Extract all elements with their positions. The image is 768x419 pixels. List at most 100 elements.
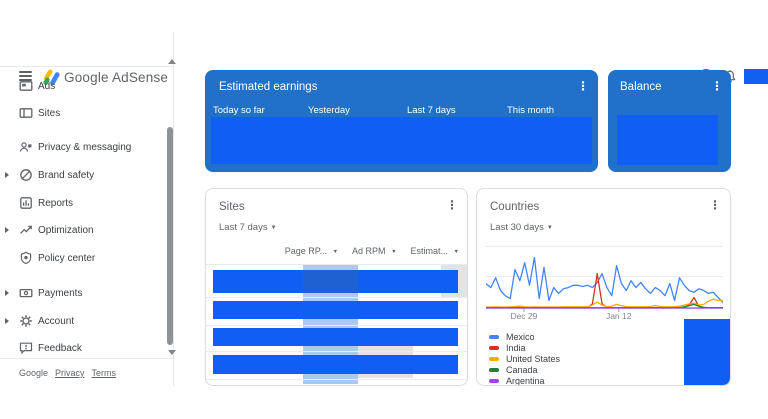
- estimated-earnings-card: Estimated earnings ⋮ Today so far Yester…: [205, 70, 598, 172]
- column-header-yesterday: Yesterday: [308, 105, 350, 116]
- scroll-down-icon[interactable]: [168, 350, 176, 355]
- sidebar-item-label: Privacy & messaging: [38, 141, 132, 153]
- column-header-ad-rpm[interactable]: Ad RPM ▼: [352, 246, 396, 256]
- row-divider: [206, 379, 467, 380]
- legend-label: India: [506, 342, 526, 353]
- optimization-icon: [20, 225, 32, 234]
- reports-icon: [20, 197, 32, 209]
- row-divider: [206, 297, 467, 298]
- legend-item-united-states: United States: [489, 353, 560, 364]
- column-header-month: This month: [507, 105, 554, 116]
- date-range-dropdown[interactable]: Last 7 days ▼: [219, 222, 277, 233]
- x-tick-label: Dec 29: [510, 311, 538, 321]
- sidebar-item-ads[interactable]: Ads: [0, 76, 166, 96]
- sidebar-divider: [173, 32, 174, 386]
- adsense-dashboard: Google AdSense Home ? Ads Sites Privacy …: [0, 0, 768, 419]
- column-header-last7: Last 7 days: [407, 105, 456, 116]
- sidebar-item-label: Policy center: [38, 252, 96, 264]
- redacted-earnings-values: [211, 117, 592, 164]
- sidebar-item-label: Feedback: [38, 342, 82, 354]
- privacy-link[interactable]: Privacy: [55, 368, 85, 378]
- ad-icon: [19, 81, 33, 91]
- legend-label: Mexico: [506, 331, 535, 342]
- chevron-down-icon: ▼: [391, 249, 397, 255]
- scroll-up-icon[interactable]: [168, 59, 176, 64]
- sidebar-item-label: Account: [38, 315, 75, 327]
- legend-swatch: [489, 345, 499, 350]
- legend-swatch: [489, 334, 499, 339]
- sidebar-item-label: Payments: [38, 287, 83, 299]
- more-options-icon[interactable]: ⋮: [577, 79, 589, 93]
- sidebar-item-brand-safety[interactable]: Brand safety: [0, 165, 166, 185]
- legend-label: Canada: [506, 364, 538, 375]
- terms-link[interactable]: Terms: [92, 368, 117, 378]
- sidebar-item-account[interactable]: Account: [0, 311, 166, 331]
- legend-label: United States: [506, 353, 561, 364]
- legend-item-canada: Canada: [489, 364, 560, 375]
- card-title: Estimated earnings: [219, 81, 318, 93]
- sidebar-item-sites[interactable]: Sites: [0, 103, 166, 123]
- table-header-row: Page RP... ▼ Ad RPM ▼ Estimat... ▼: [285, 246, 459, 256]
- table-row-redacted[interactable]: [213, 301, 458, 319]
- balance-card: Balance ⋮: [608, 70, 731, 172]
- chart-legend: Mexico India United States Canada Argentina: [489, 331, 560, 386]
- table-row-redacted[interactable]: [213, 355, 458, 374]
- more-options-icon[interactable]: ⋮: [446, 198, 458, 212]
- chevron-down-icon: ▼: [546, 225, 553, 231]
- legend-label: Argentina: [506, 375, 545, 386]
- card-title: Countries: [490, 201, 540, 213]
- legend-swatch: [489, 356, 499, 361]
- column-header-page-rpm[interactable]: Page RP... ▼: [285, 246, 338, 256]
- sites-card: Sites ⋮ Last 7 days ▼ Page RP... ▼ Ad RPM…: [205, 188, 468, 386]
- google-brand-label: Google: [19, 368, 49, 378]
- chevron-right-icon: [5, 290, 9, 296]
- feedback-icon: [19, 342, 33, 355]
- payments-icon: [19, 288, 33, 298]
- card-title: Balance: [620, 81, 662, 93]
- legend-item-mexico: Mexico: [489, 331, 560, 342]
- sidebar-item-payments[interactable]: Payments: [0, 283, 166, 303]
- more-options-icon[interactable]: ⋮: [711, 79, 723, 93]
- sidebar-top-divider: [0, 66, 173, 67]
- top-app-bar: Google AdSense Home ?: [0, 30, 768, 86]
- date-range-dropdown[interactable]: Last 30 days ▼: [490, 222, 553, 233]
- account-avatar-redacted[interactable]: [744, 69, 768, 84]
- card-title: Sites: [219, 201, 245, 213]
- more-options-icon[interactable]: ⋮: [709, 198, 721, 212]
- sidebar-item-label: Sites: [38, 107, 61, 119]
- legend-item-argentina: Argentina: [489, 375, 560, 386]
- row-divider: [206, 351, 467, 352]
- sidebar-item-policy-center[interactable]: Policy center: [0, 248, 166, 268]
- sidebar-item-label: Optimization: [38, 224, 94, 236]
- sidebar-item-privacy-messaging[interactable]: Privacy & messaging: [0, 137, 166, 157]
- chevron-right-icon: [5, 318, 9, 324]
- sidebar-item-label: Reports: [38, 197, 74, 209]
- column-header-today: Today so far: [213, 105, 265, 116]
- table-row-redacted[interactable]: [213, 328, 458, 346]
- sidebar-item-label: Ads: [38, 80, 56, 92]
- policy-center-icon: [20, 251, 32, 265]
- redacted-chart-values: [684, 319, 730, 385]
- column-header-estimated[interactable]: Estimat... ▼: [411, 246, 459, 256]
- sidebar-footer: Google Privacy Terms: [19, 368, 116, 378]
- legend-swatch: [489, 367, 499, 372]
- brand-safety-icon: [20, 169, 32, 181]
- row-divider: [206, 325, 467, 326]
- sidebar-scrollbar[interactable]: [167, 127, 173, 345]
- privacy-messaging-icon: [19, 142, 32, 152]
- chevron-right-icon: [5, 172, 9, 178]
- sidebar-item-feedback[interactable]: Feedback: [0, 338, 166, 358]
- chevron-right-icon: [5, 227, 9, 233]
- row-cell-highlight-overlay: [303, 270, 358, 293]
- legend-item-india: India: [489, 342, 560, 353]
- chevron-down-icon: ▼: [270, 225, 277, 231]
- x-tick-label: Jan 12: [605, 311, 632, 321]
- legend-swatch: [489, 378, 499, 383]
- sidebar-item-reports[interactable]: Reports: [0, 193, 166, 213]
- chevron-down-icon: ▼: [332, 249, 339, 255]
- sidebar-item-label: Brand safety: [38, 169, 95, 181]
- sidebar-item-optimization[interactable]: Optimization: [0, 220, 166, 240]
- sidebar-footer-divider: [0, 358, 173, 359]
- countries-card: Countries ⋮ Last 30 days ▼ Dec 29 Jan 12 M…: [476, 188, 731, 386]
- countries-line-chart: [486, 246, 723, 312]
